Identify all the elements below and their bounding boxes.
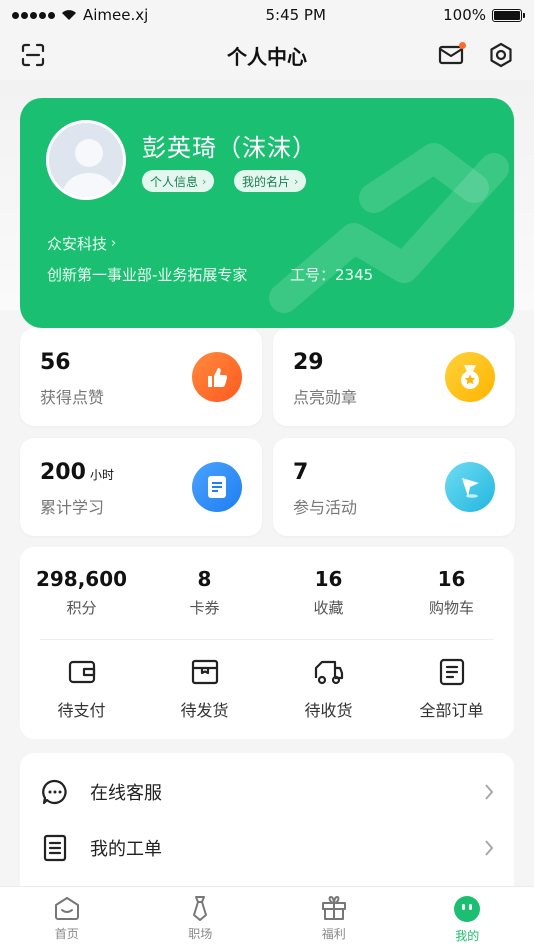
stat-card-likes[interactable]: 56 获得点赞 — [20, 328, 262, 426]
company-name: 众安科技 — [47, 235, 108, 253]
tab-bar: 首页 职场 福利 我的 — [0, 886, 534, 950]
chevron-right-icon: › — [111, 236, 117, 251]
points-value: 298,600 — [35, 567, 128, 591]
order-label: 待收货 — [304, 701, 353, 720]
tie-icon — [193, 896, 208, 921]
order-label: 待发货 — [180, 701, 229, 720]
notification-dot — [459, 42, 466, 49]
avatar[interactable] — [46, 120, 126, 200]
user-name: 彭英琦（沫沫） — [142, 134, 317, 162]
status-left: Aimee.xj — [12, 6, 148, 24]
settings-icon[interactable] — [486, 40, 516, 70]
stat-label: 参与活动 — [293, 498, 358, 517]
wallet-icon — [68, 660, 95, 684]
thumbs-up-icon — [192, 352, 242, 402]
page-title: 个人中心 — [227, 44, 307, 69]
truck-icon — [314, 660, 343, 685]
chevron-right-icon — [485, 784, 494, 800]
company-link[interactable]: 众安科技 › — [47, 233, 116, 254]
stat-unit: 小时 — [89, 468, 114, 482]
document-icon — [192, 462, 242, 512]
stat-card-study[interactable]: 200 小时 累计学习 — [20, 438, 262, 536]
ticket-icon — [40, 833, 70, 863]
chevron-right-icon — [485, 840, 494, 856]
box-icon — [191, 659, 218, 685]
points-item[interactable]: 298,600 积分 — [20, 567, 143, 618]
carrier-name: Aimee.xj — [83, 6, 149, 24]
order-pending-shipment[interactable]: 待发货 — [143, 657, 266, 721]
list-icon — [439, 658, 464, 686]
status-bar: Aimee.xj 5:45 PM 100% — [0, 0, 534, 30]
order-label: 全部订单 — [419, 701, 484, 720]
battery-icon — [492, 8, 525, 22]
stat-value: 200 小时 — [40, 460, 114, 485]
business-card-button[interactable]: 我的名片 › — [234, 170, 307, 192]
flag-icon — [445, 462, 495, 512]
service-label: 我的工单 — [90, 839, 162, 860]
scan-icon[interactable] — [18, 40, 48, 70]
coupons-value: 8 — [197, 567, 212, 591]
business-card-label: 我的名片 — [242, 174, 291, 189]
tab-workplace[interactable]: 职场 — [134, 887, 268, 950]
favorites-item[interactable]: 16 收藏 — [267, 567, 390, 618]
status-time: 5:45 PM — [265, 6, 326, 24]
order-label: 待支付 — [57, 701, 106, 720]
medal-icon — [445, 352, 495, 402]
home-icon — [54, 897, 79, 920]
personal-info-label: 个人信息 — [150, 174, 199, 189]
tab-label: 首页 — [54, 927, 79, 941]
account-card: 298,600 积分 8 卡券 16 收藏 16 购物车 待支付 待发货 待收货 — [20, 547, 514, 739]
personal-info-button[interactable]: 个人信息 › — [142, 170, 215, 192]
stat-card-medals[interactable]: 29 点亮勋章 — [273, 328, 515, 426]
coupons-label: 卡券 — [189, 599, 220, 617]
gift-icon — [321, 896, 346, 920]
order-pending-receipt[interactable]: 待收货 — [267, 657, 390, 721]
stat-label: 累计学习 — [40, 498, 105, 517]
status-right: 100% — [443, 6, 525, 24]
order-all[interactable]: 全部订单 — [390, 657, 513, 721]
tab-mine[interactable]: 我的 — [401, 887, 534, 950]
service-row-my-tickets[interactable]: 我的工单 — [20, 820, 514, 876]
tab-benefits[interactable]: 福利 — [267, 887, 401, 950]
chat-icon — [40, 777, 70, 807]
chevron-right-icon: › — [294, 174, 299, 188]
order-pending-payment[interactable]: 待支付 — [20, 657, 143, 721]
favorites-value: 16 — [314, 567, 343, 591]
divider — [40, 639, 494, 640]
service-row-online-support[interactable]: 在线客服 — [20, 764, 514, 820]
cart-item[interactable]: 16 购物车 — [390, 567, 513, 618]
stat-value: 29 — [293, 350, 324, 375]
mail-icon[interactable] — [436, 40, 466, 70]
employee-number: 工号：2345 — [290, 266, 374, 284]
points-label: 积分 — [66, 599, 97, 617]
cart-value: 16 — [437, 567, 466, 591]
stat-value: 7 — [293, 460, 309, 485]
tab-label: 福利 — [321, 927, 346, 941]
service-label: 在线客服 — [90, 783, 162, 804]
signal-icon — [12, 11, 55, 19]
profile-face-icon — [454, 896, 481, 922]
battery-percent: 100% — [443, 6, 486, 24]
cart-label: 购物车 — [428, 599, 474, 617]
chevron-right-icon: › — [202, 174, 207, 188]
stat-label: 点亮勋章 — [293, 388, 358, 407]
nav-bar: 个人中心 — [0, 30, 534, 80]
stat-label: 获得点赞 — [40, 388, 105, 407]
stat-value: 56 — [40, 350, 71, 375]
department: 创新第一事业部-业务拓展专家 — [47, 266, 248, 284]
stat-card-activities[interactable]: 7 参与活动 — [273, 438, 515, 536]
tab-label: 职场 — [188, 927, 213, 941]
tab-label: 我的 — [455, 929, 480, 943]
favorites-label: 收藏 — [313, 599, 344, 617]
profile-card: 彭英琦（沫沫） 个人信息 › 我的名片 › 众安科技 › 创新第一事业部-业务拓… — [20, 98, 514, 328]
coupons-item[interactable]: 8 卡券 — [143, 567, 266, 618]
wifi-icon — [62, 10, 76, 20]
tab-home[interactable]: 首页 — [0, 887, 134, 950]
